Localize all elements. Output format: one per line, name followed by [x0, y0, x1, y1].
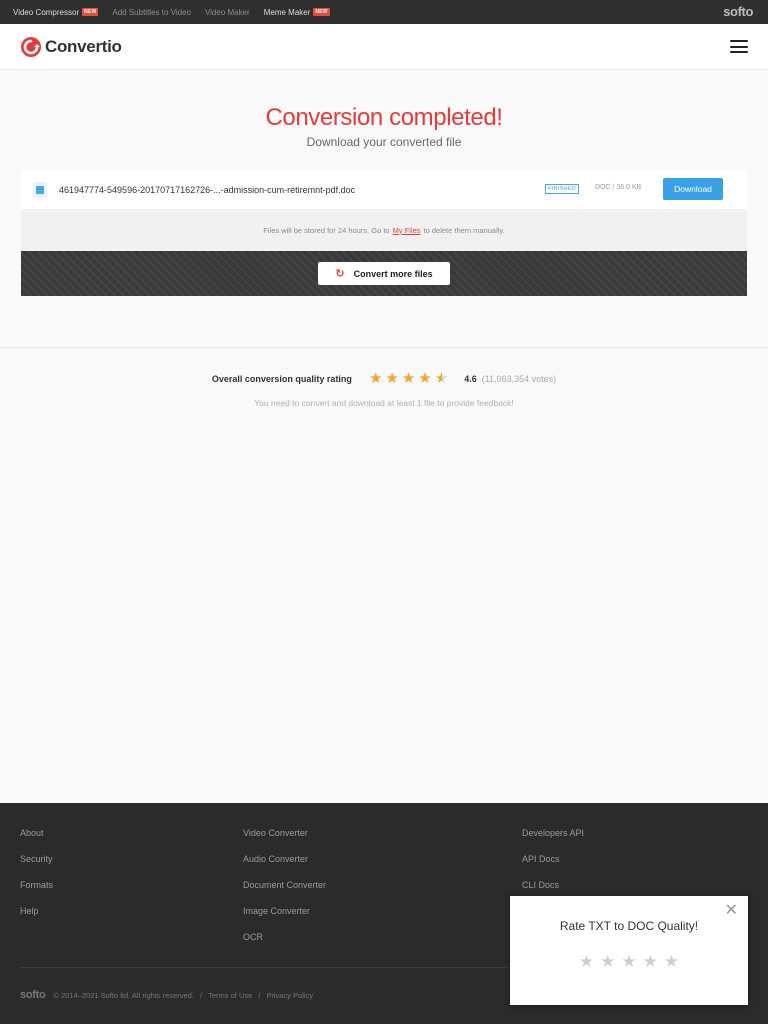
feedback-notice: You need to convert and download at leas… — [254, 398, 514, 408]
file-name: 461947774-549596-20170717162726-...-admi… — [59, 184, 356, 195]
star-icon: ★ — [418, 370, 432, 387]
footer-link-formats[interactable]: Formats — [20, 879, 53, 905]
document-icon — [33, 181, 47, 198]
footer-link-developers-api[interactable]: Developers API — [522, 827, 584, 853]
file-meta: DOC / 36.0 KB — [595, 184, 642, 191]
footer-link-document-converter[interactable]: Document Converter — [243, 879, 326, 905]
footer-link-about[interactable]: About — [20, 827, 53, 853]
footer-link-audio-converter[interactable]: Audio Converter — [243, 853, 326, 879]
converted-file-panel: 461947774-549596-20170717162726-...-admi… — [21, 170, 747, 296]
rate-quality-popup: ✕ Rate TXT to DOC Quality! ★ ★ ★ ★ ★ — [510, 896, 748, 1005]
rating-value: 4.6 — [464, 373, 477, 384]
hamburger-icon[interactable] — [730, 40, 748, 53]
star-icon[interactable]: ★ — [621, 953, 636, 970]
footer-separator: / — [200, 990, 203, 1000]
popup-title: Rate TXT to DOC Quality! — [559, 919, 699, 933]
storage-text-after: to delete them manually. — [423, 225, 505, 235]
star-icon: ★ — [368, 370, 383, 387]
footer-softo-logo[interactable]: softo — [20, 989, 46, 1001]
status-badge: FINISHED — [545, 184, 580, 194]
softo-logo[interactable]: softo — [723, 4, 753, 19]
footer-link-video-converter[interactable]: Video Converter — [243, 827, 326, 853]
half-star-icon: ★ — [434, 370, 449, 387]
footer-link-image-converter[interactable]: Image Converter — [243, 905, 326, 931]
copyright: © 2014–2021 Softo ltd. All rights reserv… — [53, 990, 195, 1000]
top-product-bar: Video Compressor NEW Add Subtitles to Vid… — [0, 0, 768, 24]
convert-more-label: Convert more files — [353, 268, 433, 279]
logo-text: Convertio — [45, 36, 122, 56]
new-badge: NEW — [313, 8, 330, 16]
star-icon[interactable]: ★ — [579, 953, 594, 970]
section-divider — [0, 347, 768, 348]
footer-link-help[interactable]: Help — [20, 905, 53, 931]
hero: Conversion completed! Download your conv… — [0, 70, 768, 170]
storage-notice: Files will be stored for 24 hours. Go to… — [21, 209, 747, 251]
convert-more-bar: ↻ Convert more files — [21, 251, 747, 296]
footer-link-api-docs[interactable]: API Docs — [522, 853, 584, 879]
quality-rating: Overall conversion quality rating ★ ★ ★ … — [0, 371, 768, 386]
file-row: 461947774-549596-20170717162726-...-admi… — [21, 170, 747, 209]
rating-votes: (11,063,354 votes) — [481, 373, 557, 384]
footer-bottom: softo © 2014–2021 Softo ltd. All rights … — [20, 989, 313, 1001]
page-title: Conversion completed! — [265, 104, 503, 131]
topbar-link-video-maker[interactable]: Video Maker — [205, 8, 250, 17]
rating-stars: ★ ★ ★ ★ ★ — [369, 371, 451, 386]
footer-col-developers: Developers API API Docs CLI Docs — [522, 827, 584, 905]
footer-link-security[interactable]: Security — [20, 853, 53, 879]
new-badge: NEW — [82, 8, 99, 16]
close-icon[interactable]: ✕ — [725, 903, 738, 919]
topbar-link-video-compressor[interactable]: Video Compressor NEW — [13, 8, 99, 17]
footer-col-company: About Security Formats Help — [20, 827, 53, 931]
storage-text-before: Files will be stored for 24 hours. Go to — [263, 225, 390, 235]
topbar-link-add-subtitles[interactable]: Add Subtitles to Video — [112, 8, 191, 17]
privacy-link[interactable]: Privacy Policy — [266, 991, 313, 1000]
star-icon: ★ — [401, 370, 416, 387]
topbar-link-meme-maker[interactable]: Meme Maker NEW — [264, 8, 330, 17]
page-subtitle: Download your converted file — [306, 135, 462, 149]
rating-label: Overall conversion quality rating — [211, 373, 352, 384]
convert-more-button[interactable]: ↻ Convert more files — [318, 262, 450, 285]
star-icon: ★ — [385, 370, 399, 387]
footer-col-converters: Video Converter Audio Converter Document… — [243, 827, 326, 957]
star-icon[interactable]: ★ — [643, 953, 658, 970]
star-icon[interactable]: ★ — [664, 953, 679, 970]
site-header: Convertio — [0, 24, 768, 70]
star-icon[interactable]: ★ — [600, 953, 615, 970]
refresh-icon: ↻ — [335, 268, 345, 280]
my-files-link[interactable]: My Files — [393, 226, 421, 235]
download-button[interactable]: Download — [663, 178, 723, 200]
popup-rating-stars: ★ ★ ★ ★ ★ — [510, 953, 748, 970]
terms-link[interactable]: Terms of Use — [208, 991, 252, 1000]
convertio-logo-icon — [21, 36, 41, 57]
footer-separator: / — [258, 990, 261, 1000]
convertio-logo[interactable]: Convertio — [20, 36, 122, 58]
footer-link-ocr[interactable]: OCR — [243, 931, 326, 957]
